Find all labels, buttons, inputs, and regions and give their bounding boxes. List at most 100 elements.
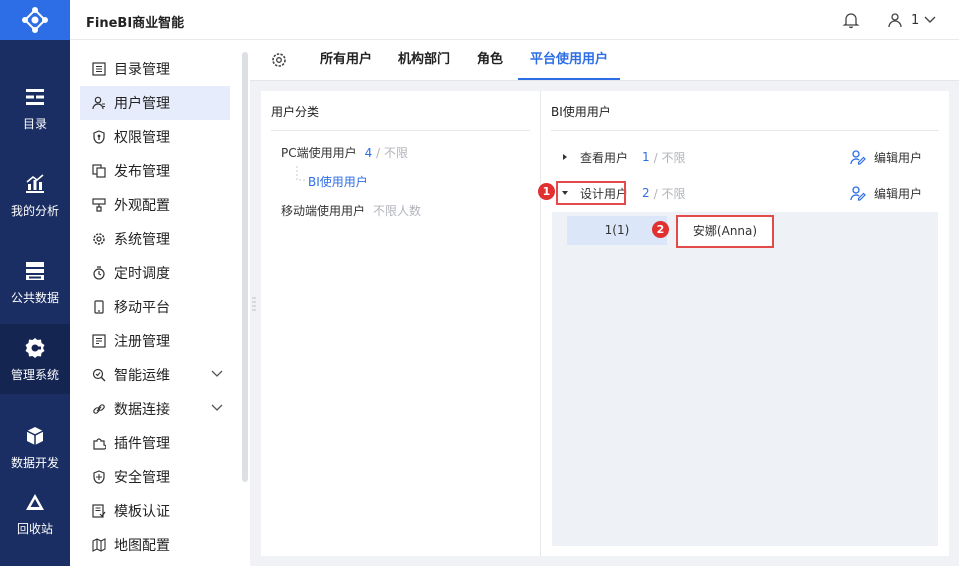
plugin-icon [92,436,106,450]
menu-label: 定时调度 [114,266,170,282]
menu-item-catalog[interactable]: 目录管理 [80,52,230,86]
divider [551,130,939,131]
menu-item-map-config[interactable]: 地图配置 [80,528,230,562]
tab-departments[interactable]: 机构部门 [394,40,454,80]
category-limit: 不限人数 [373,204,422,218]
edit-user-icon [850,186,866,201]
category-limit: / 不限 [376,146,408,160]
admin-menu: 目录管理 用户管理 权限管理 发布管理 外观配置 系统管理 定时调度 移动平台 … [70,40,250,566]
rail-item-analysis[interactable]: 我的分析 [0,160,70,230]
timer-icon [92,266,106,280]
menu-label: 用户管理 [114,96,170,112]
menu-item-security[interactable]: 安全管理 [80,460,230,494]
user-menu[interactable]: 1 [887,10,937,30]
publish-icon [92,164,106,178]
menu-item-publish[interactable]: 发布管理 [80,154,230,188]
menu-label: 地图配置 [114,538,170,554]
tab-roles[interactable]: 角色 [472,40,508,80]
step-marker-2: 2 [652,221,669,238]
divider [271,130,530,131]
menu-label: 外观配置 [114,198,170,214]
analysis-icon [23,172,47,196]
tab-platform-users[interactable]: 平台使用用户 [518,40,620,80]
recycle-bin-icon [23,490,47,514]
designer-members-area [552,212,938,546]
menu-scrollbar[interactable] [242,52,248,482]
menu-label: 移动平台 [114,300,170,316]
rail-label: 我的分析 [10,203,59,218]
edit-label: 编辑用户 [874,186,923,201]
group-count: 2 [642,186,650,200]
menu-item-mobile[interactable]: 移动平台 [80,290,230,324]
appearance-icon [92,198,106,212]
tab-all-users[interactable]: 所有用户 [316,40,376,80]
step-marker-1: 1 [538,183,555,200]
menu-label: 目录管理 [114,62,170,78]
menu-item-ops[interactable]: 智能运维 [80,358,230,392]
menu-item-permission[interactable]: 权限管理 [80,120,230,154]
menu-item-user-management[interactable]: 用户管理 [80,86,230,120]
permission-icon [92,130,106,144]
panel-title: 用户分类 [271,105,320,119]
edit-viewer-users-button[interactable]: 编辑用户 [850,145,922,169]
template-icon [92,504,106,518]
link-icon [92,402,106,416]
menu-item-appearance[interactable]: 外观配置 [80,188,230,222]
chevron-down-icon [211,404,223,411]
group-limit: / 不限 [653,186,686,201]
menu-label: 插件管理 [114,436,170,452]
user-name: 1 [911,12,920,28]
map-icon [92,538,106,552]
category-bi-users[interactable]: BI使用用户 [308,173,368,190]
rail-item-data-dev[interactable]: 数据开发 [0,412,70,482]
rail-item-recycle-bin[interactable]: 回收站 [0,478,70,548]
rail-item-catalog[interactable]: 目录 [0,73,70,143]
menu-item-register[interactable]: 注册管理 [80,324,230,358]
panel-title: BI使用用户 [551,105,611,119]
bell-icon[interactable] [842,11,860,29]
list-icon [92,62,106,76]
register-icon [92,334,106,348]
category-count: 4 [364,146,373,160]
rail-label: 数据开发 [10,455,59,470]
splitter-grip-icon[interactable] [252,297,256,311]
gear-icon[interactable] [271,52,287,68]
tree-connector-icon [296,166,305,181]
category-label: PC端使用用户 [281,146,357,160]
group-viewer-users[interactable]: 查看用户 1 / 不限 [556,145,686,169]
settings-icon [92,232,106,246]
top-bar: FineBI商业智能 [70,0,959,40]
menu-item-template-cert[interactable]: 模板认证 [80,494,230,528]
app-title: FineBI商业智能 [86,16,185,31]
menu-label: 智能运维 [114,368,170,384]
edit-user-icon [850,150,866,165]
menu-item-plugin[interactable]: 插件管理 [80,426,230,460]
public-data-icon [23,259,47,283]
ops-icon [92,368,106,382]
rail-item-management[interactable]: 管理系统 [0,324,70,394]
menu-label: 发布管理 [114,164,170,180]
catalog-icon [23,85,47,109]
caret-right-icon [563,154,567,160]
management-icon [23,336,47,360]
edit-designer-users-button[interactable]: 编辑用户 [850,181,922,205]
user-icon [92,96,106,110]
finebi-logo[interactable] [0,0,70,40]
menu-item-system[interactable]: 系统管理 [80,222,230,256]
menu-label: 注册管理 [114,334,170,350]
member-user-anna[interactable]: 安娜(Anna) [676,215,774,248]
menu-label: 权限管理 [114,130,170,146]
category-mobile-users[interactable]: 移动端使用用户 不限人数 [281,202,421,219]
category-label: 移动端使用用户 [281,204,366,218]
data-dev-icon [23,424,47,448]
group-limit: / 不限 [653,150,686,165]
rail-label: 目录 [22,116,47,131]
group-count: 1 [642,150,650,164]
menu-item-data-connection[interactable]: 数据连接 [80,392,230,426]
category-pc-users[interactable]: PC端使用用户 4 / 不限 [281,144,408,161]
rail-item-public-data[interactable]: 公共数据 [0,247,70,317]
left-rail: 目录 我的分析 公共数据 管理系统 数据开发 回收站 [0,0,70,566]
menu-label: 系统管理 [114,232,170,248]
menu-item-timer[interactable]: 定时调度 [80,256,230,290]
group-label: 查看用户 [580,150,629,165]
